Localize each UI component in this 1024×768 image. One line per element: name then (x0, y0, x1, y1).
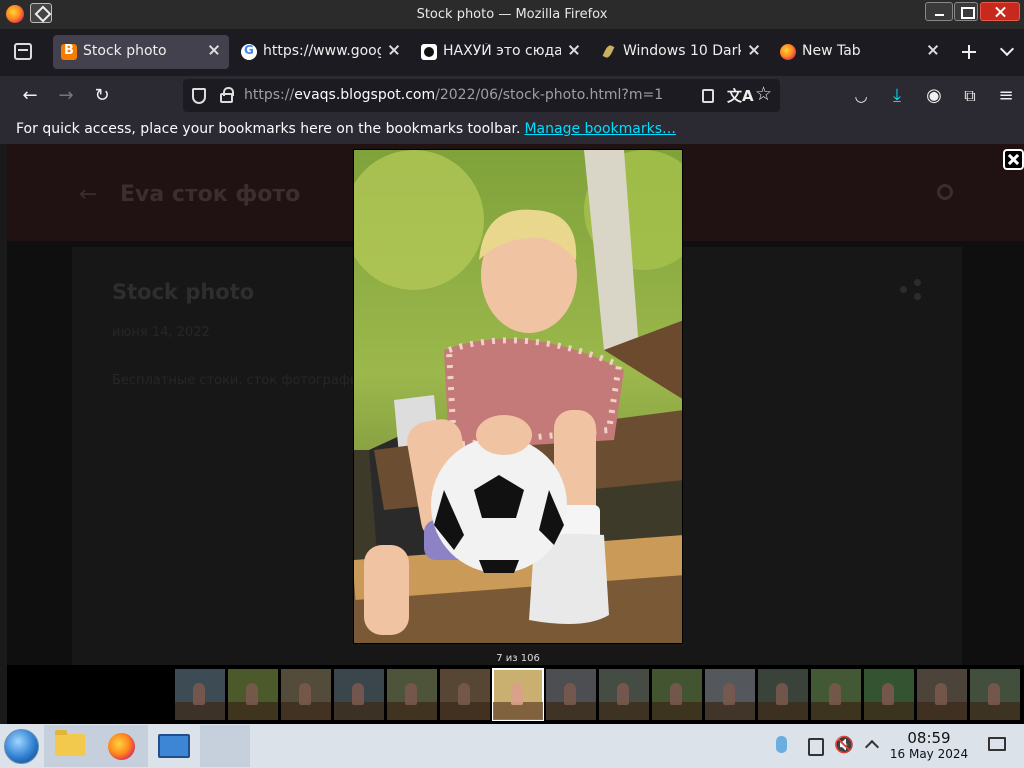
hamburger-menu-icon[interactable]: ≡ (995, 85, 1017, 107)
tab-label: https://www.google. (263, 43, 381, 59)
tray-app-icon[interactable] (772, 734, 792, 756)
bookmarks-toolbar: For quick access, place your bookmarks h… (0, 116, 1024, 144)
thumbnail-image[interactable] (652, 669, 702, 720)
navigation-toolbar: ← → ↻ https://evaqs.blogspot.com/2022/06… (0, 76, 1024, 116)
list-all-tabs-chevron-icon[interactable] (1000, 44, 1014, 58)
close-tab-icon[interactable] (387, 43, 401, 57)
remote-desktop-icon (158, 734, 190, 758)
google-icon (241, 43, 257, 60)
tab-google[interactable]: https://www.google. (233, 35, 409, 69)
tab-label: НАХУЙ это сюда (443, 43, 561, 59)
blogger-icon (61, 43, 77, 60)
thumbnail-image[interactable] (758, 669, 808, 720)
forward-arrow-icon[interactable]: → (55, 85, 77, 107)
dark-site-icon (421, 44, 437, 60)
thumbnail-image[interactable] (281, 669, 331, 720)
volume-muted-icon[interactable]: 🔇 (834, 734, 854, 756)
manage-bookmarks-link[interactable]: Manage bookmarks… (524, 121, 676, 137)
show-desktop-icon[interactable] (988, 737, 1006, 751)
thumbnail-image[interactable] (970, 669, 1020, 720)
clipboard-icon[interactable] (804, 734, 824, 756)
thumbnail-filmstrip: 7 из 106 (7, 653, 1024, 724)
taskbar: 🔇 08:59 16 May 2024 (0, 724, 1024, 768)
bookmark-star-icon[interactable]: ☆ (755, 83, 772, 105)
clock-time: 08:59 (907, 729, 951, 747)
window-titlebar: Stock photo — Mozilla Firefox (0, 0, 1024, 29)
minimize-button[interactable] (925, 2, 953, 21)
boy-with-soccer-ball-photo[interactable] (353, 149, 683, 644)
account-icon[interactable]: ◉ (923, 85, 945, 107)
thumbnail-image[interactable] (917, 669, 967, 720)
close-tab-icon[interactable] (747, 43, 761, 57)
url-host: evaqs.blogspot.com (294, 87, 436, 103)
bookmarks-hint: For quick access, place your bookmarks h… (16, 121, 676, 137)
tab-new-tab[interactable]: New Tab (772, 35, 948, 69)
thumbnail-image[interactable] (864, 669, 914, 720)
start-button-windows-icon[interactable] (4, 729, 39, 764)
url-bar[interactable]: https://evaqs.blogspot.com/2022/06/stock… (183, 79, 780, 112)
window-title: Stock photo — Mozilla Firefox (416, 7, 608, 22)
thumbnail-image[interactable] (492, 668, 544, 721)
url-path: /2022/06/stock-photo.html?m=1 (435, 87, 664, 103)
leaf-icon (601, 44, 617, 60)
tab-dark-site[interactable]: НАХУЙ это сюда (413, 35, 589, 69)
thumbnail-image[interactable] (175, 669, 225, 720)
tab-strip: Stock photo https://www.google. НАХУЙ эт… (0, 29, 1024, 76)
extensions-puzzle-icon[interactable]: ⧉ (959, 85, 981, 107)
system-clock[interactable]: 08:59 16 May 2024 (880, 729, 978, 761)
thumbnail-image[interactable] (387, 669, 437, 720)
tab-label: New Tab (802, 43, 861, 59)
taskbar-file-explorer[interactable] (44, 725, 96, 767)
image-lightbox: 7 из 106 (7, 144, 1024, 724)
firefox-icon (780, 44, 796, 60)
lock-icon[interactable] (220, 87, 234, 103)
thumbnail-image[interactable] (546, 669, 596, 720)
reader-view-icon[interactable] (702, 89, 714, 103)
tracking-protection-shield-icon[interactable] (192, 88, 206, 104)
reload-icon[interactable]: ↻ (91, 85, 113, 107)
close-window-button[interactable] (980, 2, 1020, 21)
url-scheme: https:// (244, 87, 295, 103)
taskbar-empty-slot[interactable] (200, 725, 250, 767)
tab-label: Windows 10 Dark (623, 43, 741, 59)
thumbnail-image[interactable] (228, 669, 278, 720)
close-tab-icon[interactable] (567, 43, 581, 57)
folder-icon (55, 730, 85, 756)
lightbox-close-icon[interactable] (1003, 149, 1024, 170)
pocket-icon[interactable]: ◡ (850, 85, 872, 107)
thumbnail-image[interactable] (440, 669, 490, 720)
translate-icon[interactable]: 文A (727, 85, 754, 106)
tab-windows-10-dark[interactable]: Windows 10 Dark (593, 35, 769, 69)
firefox-view-icon[interactable] (14, 43, 32, 60)
url-text[interactable]: https://evaqs.blogspot.com/2022/06/stock… (244, 87, 663, 103)
thumbnail-image[interactable] (811, 669, 861, 720)
tab-label: Stock photo (83, 43, 167, 59)
new-tab-plus-icon[interactable] (960, 43, 978, 61)
back-arrow-icon[interactable]: ← (19, 85, 41, 107)
thumbnail-image[interactable] (705, 669, 755, 720)
maximize-button[interactable] (954, 2, 978, 21)
tab-stock-photo[interactable]: Stock photo (53, 35, 229, 69)
show-hidden-icons-chevron-icon[interactable] (862, 734, 882, 756)
taskbar-remote-desktop[interactable] (148, 725, 200, 767)
thumbnail-image[interactable] (599, 669, 649, 720)
clock-date: 16 May 2024 (889, 747, 969, 761)
thumbnail-image[interactable] (334, 669, 384, 720)
close-tab-icon[interactable] (207, 43, 221, 57)
bookmarks-hint-text: For quick access, place your bookmarks h… (16, 121, 521, 137)
firefox-icon (108, 733, 135, 760)
image-counter: 7 из 106 (496, 653, 540, 664)
downloads-icon[interactable]: ⤓ (886, 85, 908, 107)
taskbar-firefox[interactable] (96, 725, 148, 767)
close-tab-icon[interactable] (926, 43, 940, 57)
